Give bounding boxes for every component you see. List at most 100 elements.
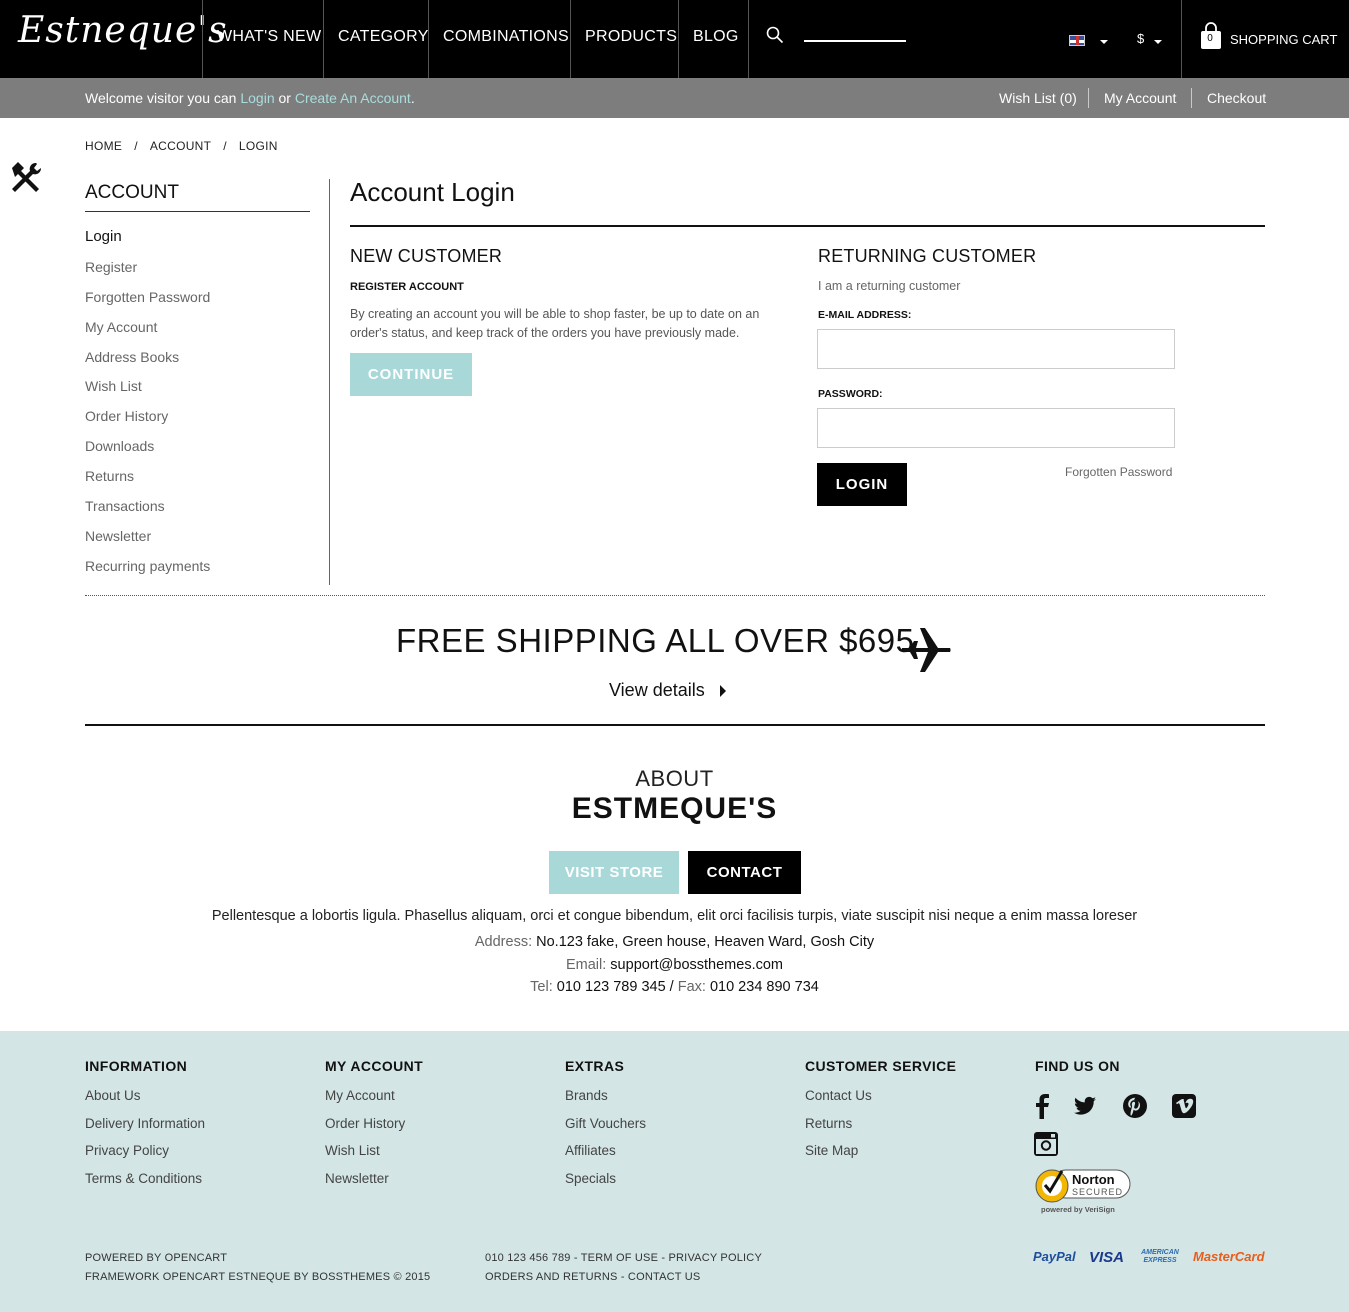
breadcrumb-account[interactable]: ACCOUNT	[150, 139, 211, 153]
footer-link-affiliates[interactable]: Affiliates	[565, 1143, 646, 1171]
footer-bottom-links: 010 123 456 789 - TERM OF USE - PRIVACY …	[485, 1249, 762, 1287]
vimeo-icon[interactable]	[1171, 1093, 1197, 1119]
welcome-message: Welcome visitor you can Login or Create …	[85, 90, 415, 106]
footer-customer-service-list: Contact Us Returns Site Map	[805, 1088, 872, 1171]
nav-combinations[interactable]: COMBINATIONS	[443, 28, 569, 46]
nav-divider	[428, 0, 429, 78]
password-field[interactable]	[817, 408, 1175, 448]
my-account-link[interactable]: My Account	[1104, 90, 1176, 106]
returning-customer-heading: RETURNING CUSTOMER	[818, 246, 1037, 266]
email-contact-link[interactable]: support@bossthemes.com	[606, 957, 783, 973]
sidebar-title: ACCOUNT	[85, 182, 179, 203]
new-customer-heading: NEW CUSTOMER	[350, 246, 503, 266]
language-chevron-down-icon[interactable]	[1100, 40, 1108, 44]
mastercard-logo: MasterCard	[1193, 1249, 1265, 1264]
footer-link-my-account[interactable]: My Account	[325, 1088, 405, 1116]
footer-bottom-links-line2[interactable]: ORDERS AND RETURNS - CONTACT US	[485, 1268, 762, 1287]
footer-bottom-links-line1[interactable]: 010 123 456 789 - TERM OF USE - PRIVACY …	[485, 1249, 762, 1268]
sidebar-item-transactions[interactable]: Transactions	[85, 497, 210, 527]
sidebar-item-wish-list[interactable]: Wish List	[85, 377, 210, 407]
login-link[interactable]: Login	[240, 90, 274, 106]
register-description: By creating an account you will be able …	[350, 307, 760, 340]
caret-right-icon[interactable]	[720, 685, 726, 697]
footer-link-wish-list[interactable]: Wish List	[325, 1143, 405, 1171]
sidebar-divider	[85, 211, 310, 212]
sidebar-item-register[interactable]: Register	[85, 258, 210, 288]
breadcrumb-separator: /	[134, 139, 138, 153]
sidebar-item-my-account[interactable]: My Account	[85, 318, 210, 348]
nav-products[interactable]: PRODUCTS	[585, 28, 677, 46]
visa-logo: VISA	[1089, 1249, 1125, 1266]
footer-link-returns[interactable]: Returns	[805, 1116, 872, 1144]
search-icon[interactable]	[766, 26, 784, 44]
facebook-icon[interactable]	[1030, 1093, 1056, 1119]
footer-link-brands[interactable]: Brands	[565, 1088, 646, 1116]
norton-title: Norton	[1072, 1172, 1115, 1187]
sidebar-item-returns[interactable]: Returns	[85, 467, 210, 497]
nav-whats-new[interactable]: WHAT'S NEW	[217, 28, 321, 46]
visit-store-button[interactable]: VISIT STORE	[549, 851, 679, 894]
create-account-link[interactable]: Create An Account	[295, 90, 411, 106]
footer-link-newsletter[interactable]: Newsletter	[325, 1171, 405, 1199]
footer-link-gift-vouchers[interactable]: Gift Vouchers	[565, 1116, 646, 1144]
title-divider	[350, 225, 1265, 227]
footer-extras-heading: EXTRAS	[565, 1058, 625, 1074]
american-express-logo: AMERICAN EXPRESS	[1141, 1249, 1179, 1264]
register-account-subheading: REGISTER ACCOUNT	[350, 281, 464, 293]
nav-divider	[323, 0, 324, 78]
sidebar-item-login[interactable]: Login	[85, 228, 210, 258]
paypal-logo: PayPal	[1033, 1249, 1076, 1264]
footer-information-heading: INFORMATION	[85, 1058, 188, 1074]
search-input[interactable]	[804, 40, 906, 42]
currency-chevron-down-icon[interactable]	[1154, 40, 1162, 44]
footer-link-site-map[interactable]: Site Map	[805, 1143, 872, 1171]
shopping-cart-link[interactable]: SHOPPING CART	[1230, 32, 1337, 47]
norton-secured: SECURED	[1072, 1187, 1124, 1197]
nav-blog[interactable]: BLOG	[693, 28, 739, 46]
sidebar-item-address-books[interactable]: Address Books	[85, 348, 210, 378]
footer-link-terms[interactable]: Terms & Conditions	[85, 1171, 205, 1199]
footer-link-specials[interactable]: Specials	[565, 1171, 646, 1199]
airplane-icon	[902, 628, 951, 672]
fax-value: 010 234 890 734	[705, 979, 819, 995]
site-logo[interactable]: Estneque's	[18, 10, 228, 51]
sidebar-item-downloads[interactable]: Downloads	[85, 437, 210, 467]
nav-divider	[570, 0, 571, 78]
sidebar-item-forgotten-password[interactable]: Forgotten Password	[85, 288, 210, 318]
breadcrumb-home[interactable]: HOME	[85, 139, 122, 153]
currency-selector[interactable]: $	[1137, 31, 1144, 46]
nav-divider	[748, 0, 749, 78]
pinterest-icon[interactable]	[1122, 1093, 1148, 1119]
sidebar-item-order-history[interactable]: Order History	[85, 407, 210, 437]
section-divider	[85, 595, 1265, 596]
norton-powered-by: powered by VeriSign	[1041, 1205, 1115, 1214]
cart-count-badge: 0	[1207, 33, 1213, 44]
sidebar-item-recurring-payments[interactable]: Recurring payments	[85, 557, 210, 587]
email-field[interactable]	[817, 329, 1175, 369]
nav-category[interactable]: CATEGORY	[338, 28, 429, 46]
tools-icon[interactable]	[6, 158, 46, 198]
view-details-link[interactable]: View details	[609, 680, 705, 701]
continue-button[interactable]: CONTINUE	[350, 353, 472, 396]
footer-link-order-history[interactable]: Order History	[325, 1116, 405, 1144]
wish-list-link[interactable]: Wish List (0)	[999, 90, 1077, 106]
welcome-suffix: .	[410, 90, 415, 106]
footer-link-privacy-policy[interactable]: Privacy Policy	[85, 1143, 205, 1171]
footer-link-about-us[interactable]: About Us	[85, 1088, 205, 1116]
breadcrumb-login[interactable]: LOGIN	[239, 139, 278, 153]
forgotten-password-link[interactable]: Forgotten Password	[1065, 465, 1172, 479]
tel-label: Tel:	[530, 979, 553, 995]
login-button[interactable]: LOGIN	[817, 463, 907, 506]
twitter-icon[interactable]	[1072, 1093, 1098, 1119]
contact-button[interactable]: CONTACT	[688, 851, 801, 894]
instagram-icon[interactable]	[1033, 1131, 1059, 1157]
footer-link-contact-us[interactable]: Contact Us	[805, 1088, 872, 1116]
footer-my-account-heading: MY ACCOUNT	[325, 1058, 424, 1074]
welcome-bar: Welcome visitor you can Login or Create …	[0, 78, 1349, 118]
footer-link-delivery-information[interactable]: Delivery Information	[85, 1116, 205, 1144]
page-title: Account Login	[350, 177, 515, 207]
sidebar-item-newsletter[interactable]: Newsletter	[85, 527, 210, 557]
address-value: No.123 fake, Green house, Heaven Ward, G…	[532, 934, 875, 950]
language-flag-icon[interactable]	[1069, 35, 1085, 46]
checkout-link[interactable]: Checkout	[1207, 90, 1266, 106]
